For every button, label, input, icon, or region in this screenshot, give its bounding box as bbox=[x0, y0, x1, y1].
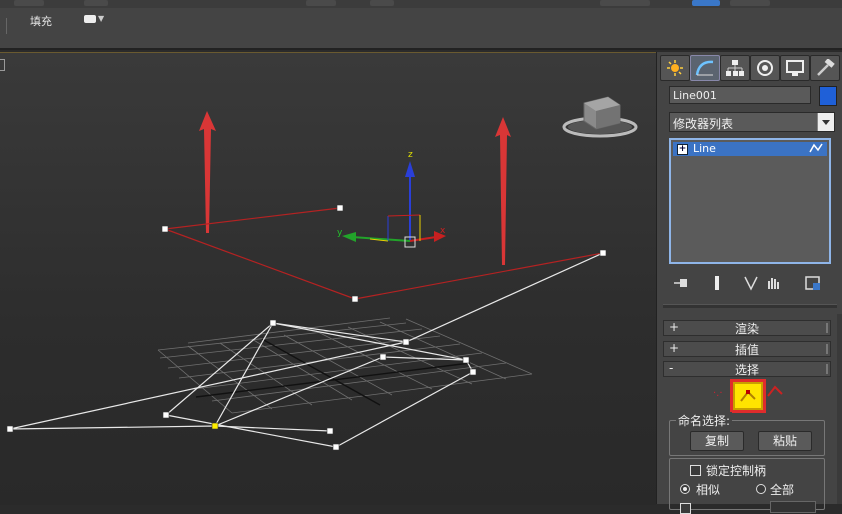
display-icon bbox=[786, 60, 804, 76]
fill-swatch-icon bbox=[84, 15, 96, 23]
panel-divider bbox=[663, 304, 837, 308]
configure-sets-icon bbox=[805, 276, 820, 290]
tab-utilities[interactable] bbox=[810, 55, 840, 81]
red-spline bbox=[164, 207, 604, 300]
gizmo-x-label: x bbox=[440, 226, 446, 236]
tab-display[interactable] bbox=[780, 55, 810, 81]
area-selection-spinner[interactable] bbox=[770, 501, 816, 513]
chevron-down-icon: ▼ bbox=[98, 14, 105, 23]
paste-button[interactable]: 粘贴 bbox=[758, 431, 812, 451]
red-arrow-left bbox=[199, 111, 216, 233]
tab-modify[interactable] bbox=[690, 55, 720, 81]
rollout-title: 渲染 bbox=[734, 322, 759, 336]
vertex-subobject-button[interactable] bbox=[730, 379, 766, 413]
rollout-grip bbox=[826, 364, 828, 374]
viewcube-icon bbox=[562, 96, 638, 138]
create-icon bbox=[667, 60, 683, 76]
modify-icon bbox=[695, 60, 714, 76]
chevron-down-icon bbox=[817, 113, 834, 131]
toolbar-button[interactable] bbox=[730, 0, 770, 6]
red-arrow-right bbox=[495, 117, 511, 265]
command-panel: Line001 修改器列表 + Line + 渲染 + 插值 - 选择 ·.· … bbox=[656, 52, 842, 514]
area-selection-checkbox[interactable] bbox=[680, 503, 691, 514]
tab-create[interactable] bbox=[660, 55, 690, 81]
hierarchy-icon bbox=[726, 60, 744, 76]
toolbar-button[interactable] bbox=[84, 0, 108, 6]
named-selection-label: 命名选择: bbox=[676, 412, 733, 429]
spline-level-icon[interactable] bbox=[767, 384, 785, 398]
fill-label[interactable]: 填充 bbox=[30, 13, 52, 29]
similar-label: 相似 bbox=[696, 483, 721, 497]
transform-gizmo: z y x bbox=[337, 150, 446, 248]
rollout-selection[interactable]: - 选择 bbox=[663, 361, 831, 377]
lock-handles-label: 锁定控制柄 bbox=[706, 464, 767, 478]
segment-icon bbox=[740, 390, 756, 402]
make-unique-button[interactable] bbox=[741, 274, 761, 292]
end-result-icon bbox=[715, 276, 719, 290]
all-radio[interactable] bbox=[756, 484, 766, 494]
white-spline bbox=[9, 252, 604, 448]
gizmo-y-label: y bbox=[337, 228, 343, 238]
configure-modifier-sets-button[interactable] bbox=[803, 274, 823, 292]
remove-modifier-button[interactable] bbox=[763, 274, 783, 292]
toolbar-button[interactable] bbox=[600, 0, 650, 6]
copy-button[interactable]: 复制 bbox=[690, 431, 744, 451]
panel-scrollbar[interactable] bbox=[837, 314, 842, 504]
vertex-level-dots: ·.· bbox=[713, 388, 723, 399]
object-name-field[interactable]: Line001 bbox=[669, 86, 811, 104]
ribbon-tab-edge bbox=[0, 18, 7, 34]
spline-vertex-icon bbox=[809, 143, 823, 153]
rollout-interpolation[interactable]: + 插值 bbox=[663, 341, 831, 357]
toolbar-button-active[interactable] bbox=[692, 0, 720, 6]
pin-stack-button[interactable] bbox=[671, 274, 691, 292]
expand-plus-icon[interactable]: + bbox=[677, 144, 688, 155]
rollout-grip bbox=[826, 323, 828, 333]
modifier-stack[interactable]: + Line bbox=[669, 138, 831, 264]
object-color-swatch[interactable] bbox=[819, 86, 837, 106]
rollout-grip bbox=[826, 344, 828, 354]
modifier-list-dropdown[interactable]: 修改器列表 bbox=[669, 112, 835, 132]
toolbar-button[interactable] bbox=[14, 0, 44, 6]
utilities-icon bbox=[817, 59, 835, 76]
lock-handles-checkbox[interactable] bbox=[690, 465, 701, 476]
lock-handles-group: 锁定控制柄 相似 全部 bbox=[669, 458, 825, 514]
stack-item-line[interactable]: + Line bbox=[673, 142, 827, 156]
gizmo-z-label: z bbox=[408, 150, 413, 160]
stack-item-label: Line bbox=[693, 142, 716, 155]
similar-radio[interactable] bbox=[680, 484, 690, 494]
rollout-rendering[interactable]: + 渲染 bbox=[663, 320, 831, 336]
rollout-title: 插值 bbox=[734, 343, 759, 357]
tab-hierarchy[interactable] bbox=[720, 55, 750, 81]
all-label: 全部 bbox=[770, 483, 795, 497]
home-grid bbox=[157, 317, 533, 414]
hand-icon bbox=[768, 278, 779, 289]
motion-icon bbox=[757, 60, 773, 76]
viewport-scene: z y x bbox=[6, 96, 638, 451]
rollout-title: 选择 bbox=[734, 363, 759, 377]
modifier-list-label: 修改器列表 bbox=[673, 117, 734, 131]
fill-dropdown[interactable]: ▼ bbox=[84, 14, 108, 26]
make-unique-icon bbox=[744, 276, 758, 291]
ribbon-toolbar: 填充 ▼ bbox=[0, 8, 842, 50]
perspective-viewport[interactable]: z y x bbox=[0, 52, 656, 505]
named-selection-group: 命名选择: 复制 粘贴 bbox=[669, 412, 825, 456]
toolbar-button[interactable] bbox=[370, 0, 394, 6]
toolbar-button[interactable] bbox=[306, 0, 336, 6]
pin-icon bbox=[674, 279, 687, 287]
show-end-result-button[interactable] bbox=[707, 274, 727, 292]
tab-motion[interactable] bbox=[750, 55, 780, 81]
